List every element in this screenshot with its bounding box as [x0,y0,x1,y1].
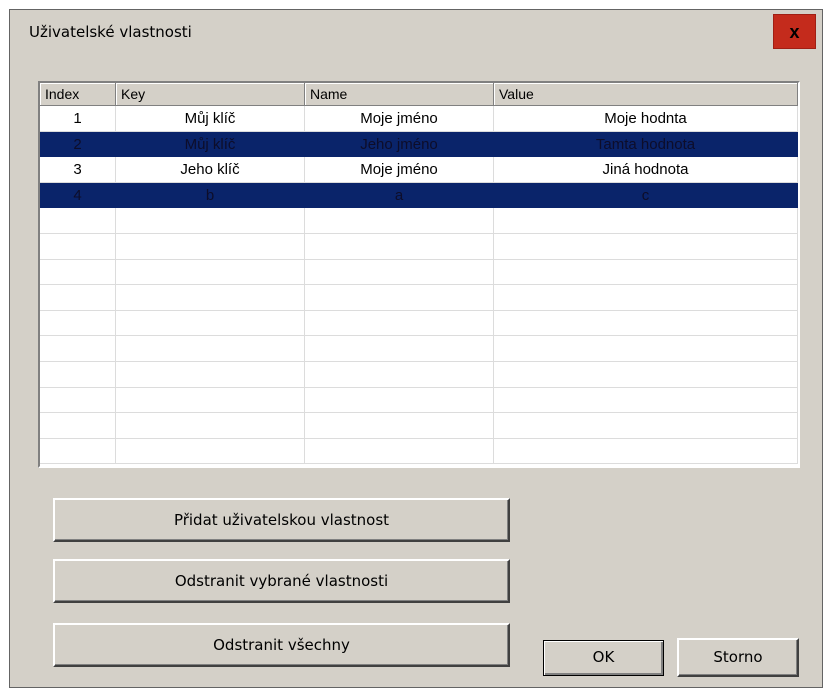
cell-value[interactable] [494,208,798,234]
cell-key[interactable]: Můj klíč [116,106,305,132]
table-row[interactable] [40,208,798,234]
cell-index[interactable]: 2 [40,131,116,158]
table-row[interactable] [40,310,798,337]
cell-name[interactable] [305,208,494,234]
cell-index[interactable] [40,387,116,414]
table-row[interactable]: 2 Můj klíč Jeho jméno Tamta hodnota [40,131,798,158]
cell-name[interactable]: Moje jméno [305,157,494,183]
close-button[interactable]: x [773,14,816,49]
cell-name[interactable] [305,387,494,414]
cell-key[interactable] [116,310,305,337]
cell-key[interactable]: Jeho klíč [116,157,305,183]
cell-key[interactable]: b [116,182,305,209]
add-property-button[interactable]: Přidat uživatelskou vlastnost [53,498,510,542]
cell-key[interactable] [116,336,305,362]
remove-selected-button[interactable]: Odstranit vybrané vlastnosti [53,559,510,603]
column-header-key[interactable]: Key [116,83,305,106]
cell-value[interactable] [494,259,798,286]
table-row[interactable] [40,438,798,465]
cell-value[interactable] [494,285,798,311]
cell-value[interactable] [494,336,798,362]
cell-index[interactable]: 3 [40,157,116,183]
cell-index[interactable] [40,361,116,388]
table-row[interactable] [40,233,798,260]
cell-key[interactable] [116,233,305,260]
cell-name[interactable] [305,413,494,439]
cell-name[interactable] [305,361,494,388]
cell-key[interactable]: Můj klíč [116,131,305,158]
cell-name[interactable]: Jeho jméno [305,131,494,158]
cell-key[interactable] [116,285,305,311]
cell-name[interactable] [305,336,494,362]
cell-name[interactable] [305,259,494,286]
cell-name[interactable] [305,310,494,337]
cell-key[interactable] [116,361,305,388]
properties-dialog: Uživatelské vlastnosti x Index Key Name … [9,9,823,688]
table-row[interactable]: 1 Můj klíč Moje jméno Moje hodnta [40,106,798,132]
cell-name[interactable] [305,285,494,311]
cell-name[interactable]: a [305,182,494,209]
table-row[interactable] [40,361,798,388]
cell-index[interactable] [40,233,116,260]
cell-value[interactable] [494,310,798,337]
cell-index[interactable] [40,336,116,362]
cell-index[interactable]: 4 [40,182,116,209]
cell-index[interactable]: 1 [40,106,116,132]
cell-name[interactable] [305,233,494,260]
close-icon: x [789,22,800,42]
cell-value[interactable] [494,361,798,388]
table-row[interactable] [40,285,798,311]
cell-name[interactable] [305,438,494,465]
table-row[interactable] [40,387,798,414]
cell-value[interactable] [494,233,798,260]
cell-key[interactable] [116,413,305,439]
cell-value[interactable]: Jiná hodnota [494,157,798,183]
table-row[interactable] [40,413,798,439]
cell-key[interactable] [116,387,305,414]
grid-body: 1 Můj klíč Moje jméno Moje hodnta 2 Můj klíč J… [40,106,798,465]
cell-name[interactable]: Moje jméno [305,106,494,132]
cell-index[interactable] [40,438,116,465]
cancel-button[interactable]: Storno [677,638,799,677]
grid-header: Index Key Name Value [40,83,798,106]
table-row[interactable] [40,336,798,362]
column-header-name[interactable]: Name [305,83,494,106]
cell-value[interactable]: c [494,182,798,209]
table-row[interactable] [40,259,798,286]
properties-grid[interactable]: Index Key Name Value 1 Můj klíč Moje jméno… [38,81,800,468]
column-header-index[interactable]: Index [40,83,116,106]
column-header-value[interactable]: Value [494,83,798,106]
ok-button[interactable]: OK [543,640,664,676]
cell-key[interactable] [116,208,305,234]
cell-value[interactable] [494,413,798,439]
cell-index[interactable] [40,413,116,439]
cell-key[interactable] [116,438,305,465]
cell-index[interactable] [40,208,116,234]
cell-value[interactable] [494,438,798,465]
cell-value[interactable]: Moje hodnta [494,106,798,132]
dialog-title: Uživatelské vlastnosti [29,23,192,41]
table-row[interactable]: 3 Jeho klíč Moje jméno Jiná hodnota [40,157,798,183]
title-bar: Uživatelské vlastnosti x [10,10,822,53]
cell-value[interactable] [494,387,798,414]
remove-all-button[interactable]: Odstranit všechny [53,623,510,667]
cell-value[interactable]: Tamta hodnota [494,131,798,158]
cell-index[interactable] [40,259,116,286]
table-row[interactable]: 4bac [40,182,798,209]
cell-key[interactable] [116,259,305,286]
cell-index[interactable] [40,285,116,311]
cell-index[interactable] [40,310,116,337]
